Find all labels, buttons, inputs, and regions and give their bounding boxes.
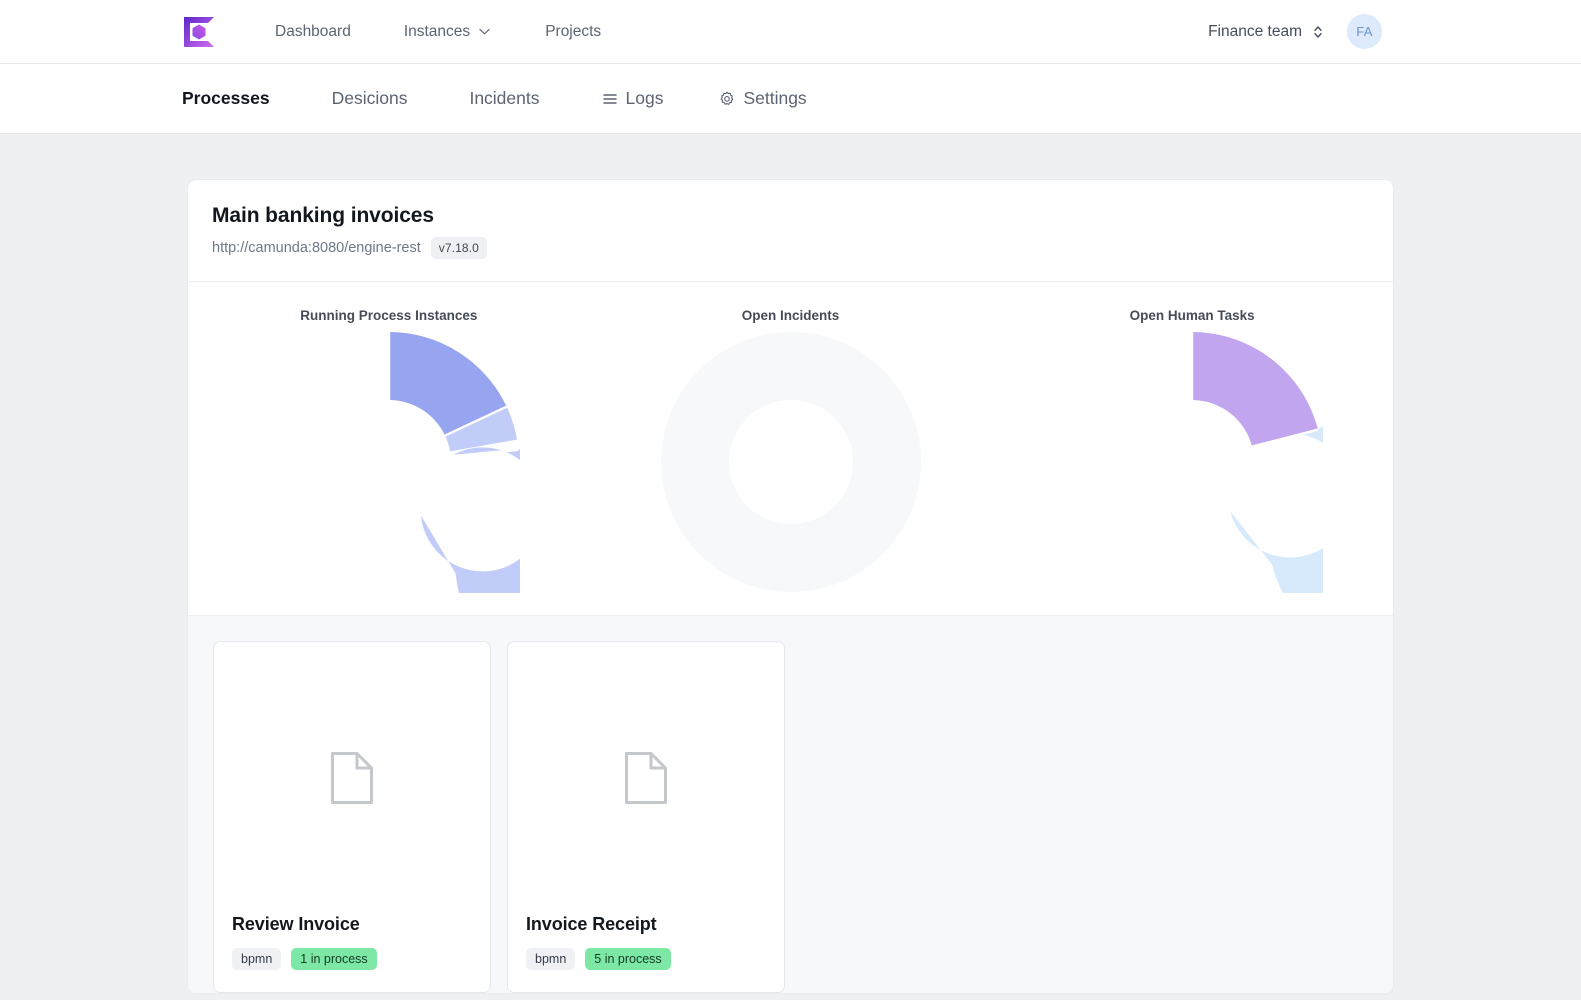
process-thumbnail: [508, 642, 784, 914]
nav-item-instances-label: Instances: [403, 22, 471, 40]
tab-incidents-label: Incidents: [469, 88, 540, 108]
primary-nav: Dashboard Instances Projects: [261, 17, 615, 47]
process-cards-area: Review Invoice bpmn 1 in process Invoice…: [188, 616, 1393, 993]
engine-url: http://camunda:8080/engine-rest: [212, 240, 421, 256]
process-thumbnail: [214, 642, 490, 914]
up-down-chevron-icon: [1314, 25, 1322, 38]
section-tab-bar: Processes Desicions Incidents Logs Setti…: [0, 64, 1581, 134]
donut-chart-running-process-instances[interactable]: [258, 331, 520, 593]
document-icon: [331, 752, 373, 804]
chevron-down-icon: [479, 28, 490, 35]
tab-processes[interactable]: Processes: [182, 88, 270, 109]
page-content: Main banking invoices http://camunda:808…: [0, 134, 1581, 994]
tab-settings-label: Settings: [743, 88, 807, 108]
panel-subtitle: http://camunda:8080/engine-rest v7.18.0: [212, 237, 1369, 259]
metrics-charts-row: Running Process Instances Open Incidents…: [188, 282, 1393, 616]
chart-title-open-human-tasks: Open Human Tasks: [1129, 308, 1255, 323]
donut-chart-open-incidents[interactable]: [660, 331, 922, 593]
tab-incidents[interactable]: Incidents: [469, 88, 539, 109]
chart-running-process-instances: Running Process Instances: [188, 308, 590, 593]
process-count-badge: 1 in process: [291, 948, 377, 970]
camunda-logo-icon[interactable]: [182, 15, 216, 49]
top-navigation-bar: Dashboard Instances Projects Finance tea…: [0, 0, 1581, 64]
donut-chart-open-human-tasks[interactable]: [1061, 331, 1324, 593]
version-badge: v7.18.0: [430, 237, 487, 259]
page-title: Main banking invoices: [212, 204, 434, 227]
process-card-body: Invoice Receipt bpmn 5 in process: [508, 914, 784, 992]
engine-panel: Main banking invoices http://camunda:808…: [187, 179, 1394, 994]
tab-logs-label: Logs: [625, 88, 664, 108]
chart-title-running-process-instances: Running Process Instances: [300, 308, 478, 323]
nav-item-projects[interactable]: Projects: [531, 17, 615, 47]
team-switcher-label: Finance team: [1208, 22, 1302, 40]
process-card[interactable]: Invoice Receipt bpmn 5 in process: [507, 641, 785, 993]
tab-logs[interactable]: Logs: [602, 88, 664, 109]
process-card-body: Review Invoice bpmn 1 in process: [214, 914, 490, 992]
process-tags: bpmn 5 in process: [526, 948, 766, 970]
tab-desicions-label: Desicions: [331, 88, 408, 108]
process-type-tag: bpmn: [232, 948, 282, 970]
process-type-tag: bpmn: [526, 948, 576, 970]
tab-processes-label: Processes: [182, 88, 270, 108]
process-name: Invoice Receipt: [526, 914, 657, 934]
process-tags: bpmn 1 in process: [232, 948, 472, 970]
process-count-badge: 5 in process: [585, 948, 671, 970]
nav-item-dashboard[interactable]: Dashboard: [261, 17, 365, 47]
nav-item-projects-label: Projects: [545, 22, 602, 40]
document-icon: [625, 752, 667, 804]
process-name: Review Invoice: [232, 914, 360, 934]
team-switcher[interactable]: Finance team: [1208, 23, 1323, 41]
chart-open-incidents: Open Incidents: [590, 308, 992, 593]
tab-settings[interactable]: Settings: [719, 88, 807, 109]
list-icon: [602, 93, 617, 104]
chart-title-open-incidents: Open Incidents: [741, 308, 840, 323]
avatar-initials: FA: [1356, 24, 1373, 39]
chart-open-human-tasks: Open Human Tasks: [991, 308, 1393, 593]
panel-header: Main banking invoices http://camunda:808…: [188, 180, 1393, 282]
avatar[interactable]: FA: [1347, 14, 1382, 49]
nav-item-dashboard-label: Dashboard: [275, 22, 351, 40]
nav-item-instances[interactable]: Instances: [390, 17, 504, 47]
gear-icon: [721, 91, 734, 105]
process-card[interactable]: Review Invoice bpmn 1 in process: [213, 641, 491, 993]
tab-desicions[interactable]: Desicions: [332, 88, 408, 109]
